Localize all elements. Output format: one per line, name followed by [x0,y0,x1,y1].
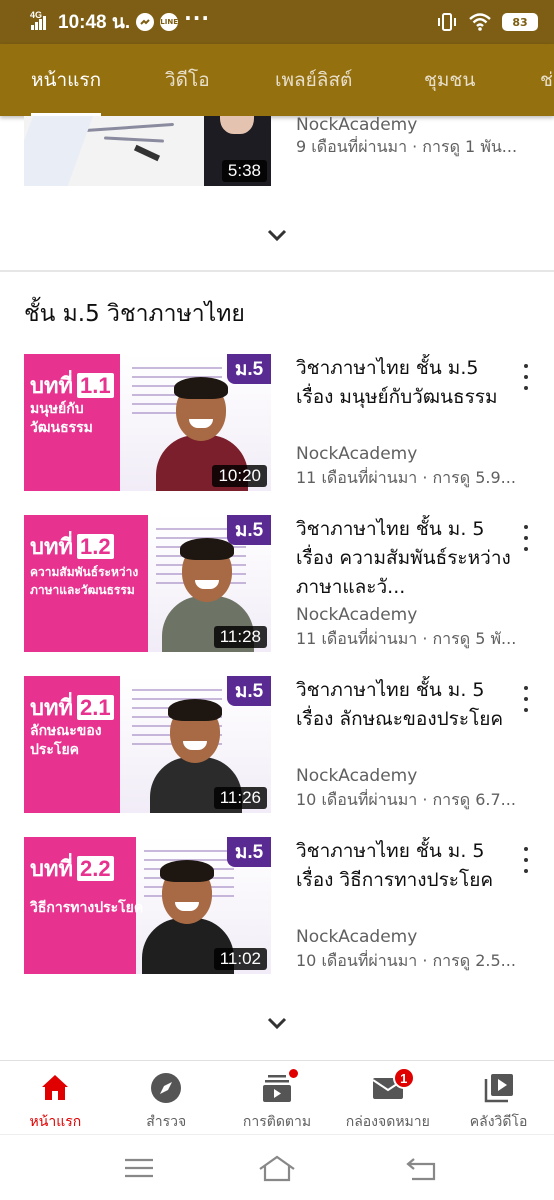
video-thumbnail[interactable]: บทที่ 2.1 ลักษณะของ ประโยค ม.5 11:26 [24,676,271,813]
video-duration: 11:02 [213,948,267,970]
video-channel: NockAcademy [296,927,418,947]
tab-community[interactable]: ชุมชน [424,44,475,116]
expand-chevron-icon[interactable] [262,1008,292,1038]
tab-home[interactable]: หน้าแรก [31,44,102,116]
video-title[interactable]: วิชาภาษาไทย ชั้น ม. 5 เรื่อง ลักษณะของปร… [296,676,520,734]
grade-badge: ม.5 [227,676,271,706]
nav-inbox[interactable]: 1 กล่องจดหมาย [332,1061,443,1134]
new-content-dot [286,1067,300,1080]
video-duration: 10:20 [212,465,267,487]
video-stats: 10 เดือนที่ผ่านมา · การดู 2.5... [296,951,516,970]
tab-playlists-label: เพลย์ลิสต์ [275,69,353,91]
video-thumbnail[interactable]: 5:38 [24,116,271,186]
inbox-icon: 1 [371,1067,415,1105]
video-title[interactable]: วิชาภาษาไทย ชั้น ม.5 เรื่อง มนุษย์กับวัฒ… [296,354,520,412]
thumbnail-chapter: บทที่ 1.1 [30,368,114,403]
video-stats: 10 เดือนที่ผ่านมา · การดู 6.7... [296,790,516,809]
subscriptions-icon [260,1067,300,1105]
video-channel: NockAcademy [296,444,418,464]
video-title[interactable]: วิชาภาษาไทย ชั้น ม. 5 เรื่อง วิธีการทางป… [296,837,520,895]
video-item[interactable]: บทที่ 1.2 ความสัมพันธ์ระหว่าง ภาษาและวัฒน… [0,515,554,652]
video-stats: 11 เดือนที่ผ่านมา · การดู 5.9... [296,468,516,487]
channel-tabs: หน้าแรก วิดีโอ เพลย์ลิสต์ ชุมชน ช่ [0,44,554,116]
nav-inbox-label: กล่องจดหมาย [345,1114,430,1130]
grade-badge: ม.5 [227,354,271,384]
battery-level: 83 [512,15,528,29]
more-options-icon[interactable] [516,847,536,873]
thumbnail-subtitle: ความสัมพันธ์ระหว่าง ภาษาและวัฒนธรรม [30,565,139,597]
tab-videos-label: วิดีโอ [165,69,210,91]
video-thumbnail[interactable]: บทที่ 1.1 มนุษย์กับ วัฒนธรรม ม.5 10:20 [24,354,271,491]
back-button-icon[interactable] [402,1153,442,1183]
thumbnail-chapter: บทที่ 2.2 [30,851,114,886]
channel-home-feed[interactable]: 5:38 NockAcademy 9 เดือนที่ผ่านมา · การด… [0,116,554,1060]
video-duration: 11:28 [213,626,267,648]
video-stats: 11 เดือนที่ผ่านมา · การดู 5 พั... [296,629,517,648]
video-channel: NockAcademy [296,766,418,786]
video-thumbnail[interactable]: บทที่ 1.2 ความสัมพันธ์ระหว่าง ภาษาและวัฒน… [24,515,271,652]
expand-chevron-icon[interactable] [262,220,292,250]
nav-library-label: คลังวิดีโอ [469,1114,528,1130]
home-button-icon[interactable] [257,1153,297,1183]
video-channel: NockAcademy [296,116,418,135]
more-options-icon[interactable] [516,364,536,390]
line-icon: LINE [160,13,179,31]
video-item[interactable]: บทที่ 2.1 ลักษณะของ ประโยค ม.5 11:26 วิชา… [0,676,554,813]
home-icon [42,1075,69,1100]
library-icon [484,1074,513,1103]
section-title: ชั้น ม.5 วิชาภาษาไทย [24,301,245,327]
grade-badge: ม.5 [227,837,271,867]
recent-apps-icon[interactable] [119,1153,159,1183]
video-title[interactable]: วิชาภาษาไทย ชั้น ม. 5 เรื่อง ความสัมพันธ… [296,515,520,602]
tab-channels[interactable]: ช่ [540,44,553,116]
tab-community-label: ชุมชน [424,69,476,91]
nav-subscriptions-label: การติดตาม [242,1114,312,1130]
tab-channels-label: ช่ [540,69,553,91]
nav-explore-label: สำรวจ [146,1114,187,1130]
inbox-badge: 1 [392,1067,415,1089]
bottom-navigation: หน้าแรก สำรวจ การติดตาม 1 กล่องจดหมาย คล… [0,1060,554,1134]
more-dots-icon: ··· [184,6,210,30]
thumbnail-subtitle: มนุษย์กับ วัฒนธรรม [30,401,93,436]
tab-playlists[interactable]: เพลย์ลิสต์ [275,44,352,116]
video-item[interactable]: บทที่ 2.2 วิธีการทางประโยค ม.5 11:02 วิชา… [0,837,554,974]
video-item-partial[interactable]: 5:38 NockAcademy 9 เดือนที่ผ่านมา · การด… [0,116,554,186]
vibrate-icon [438,13,456,31]
messenger-icon [136,13,155,31]
nav-explore[interactable]: สำรวจ [111,1061,222,1134]
nav-home[interactable]: หน้าแรก [0,1061,111,1134]
system-navigation-bar [0,1134,554,1200]
more-options-icon[interactable] [516,525,536,551]
tab-videos[interactable]: วิดีโอ [165,44,210,116]
video-channel: NockAcademy [296,605,418,625]
nav-subscriptions[interactable]: การติดตาม [222,1061,333,1134]
video-item[interactable]: บทที่ 1.1 มนุษย์กับ วัฒนธรรม ม.5 10:20 วิ… [0,354,554,491]
video-duration: 11:26 [213,787,267,809]
thumbnail-chapter: บทที่ 1.2 [30,529,114,564]
more-options-icon[interactable] [516,686,536,712]
thumbnail-chapter: บทที่ 2.1 [30,690,114,725]
explore-icon [151,1073,182,1103]
video-thumbnail[interactable]: บทที่ 2.2 วิธีการทางประโยค ม.5 11:02 [24,837,271,974]
video-duration: 5:38 [221,160,267,182]
battery-icon: 83 [502,13,538,31]
status-time: 10:48 น. [58,12,131,33]
signal-icon: 4G [30,10,50,32]
thumbnail-subtitle: ลักษณะของ ประโยค [30,723,102,758]
grade-badge: ม.5 [227,515,271,545]
nav-library[interactable]: คลังวิดีโอ [443,1061,554,1134]
nav-home-label: หน้าแรก [29,1114,82,1130]
status-bar: 4G 10:48 น. LINE ··· 83 [0,0,554,44]
tab-home-label: หน้าแรก [31,69,102,91]
video-stats: 9 เดือนที่ผ่านมา · การดู 1 พัน... [296,137,518,156]
wifi-icon [469,13,491,31]
section-divider [0,270,554,272]
